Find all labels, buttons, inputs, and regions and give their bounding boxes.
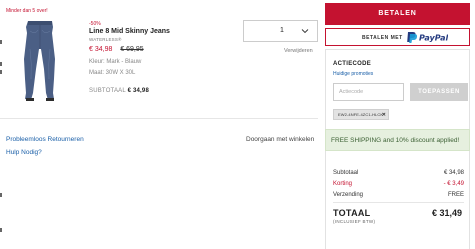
total-label: TOTAAL bbox=[333, 208, 371, 218]
item-subtotal-label: SUBTOTAAL bbox=[89, 88, 126, 94]
total-vat-note: (INCLUSIEF BTW) bbox=[333, 219, 376, 224]
paypal-button[interactable]: BETALEN MET PayPal bbox=[325, 28, 470, 46]
original-price: € 69,95 bbox=[120, 46, 144, 53]
promo-code-panel: ACTIECODE Huidige promoties TOEPASSEN EW… bbox=[325, 49, 470, 129]
summary-shipping-row: Verzending FREE bbox=[333, 192, 464, 198]
summary-subtotal-row: Subtotaal € 34,98 bbox=[333, 170, 464, 176]
stock-warning: Minder dan 5 over! bbox=[6, 8, 48, 14]
pay-button[interactable]: BETALEN bbox=[325, 3, 470, 25]
quantity-select[interactable]: 1 bbox=[243, 20, 318, 42]
edge-marker bbox=[0, 40, 2, 44]
item-subtotal: SUBTOTAAL € 34,98 bbox=[89, 88, 149, 94]
promo-title: ACTIECODE bbox=[333, 61, 372, 67]
quantity-value: 1 bbox=[280, 27, 284, 34]
continue-shopping-link[interactable]: Doorgaan met winkelen bbox=[246, 136, 314, 143]
summary-discount-row: Korting - € 3,49 bbox=[333, 181, 464, 187]
current-promotions-link[interactable]: Huidige promoties bbox=[333, 71, 373, 77]
edge-marker bbox=[0, 193, 2, 197]
jeans-icon bbox=[24, 21, 55, 101]
edge-marker bbox=[0, 70, 2, 74]
applied-code-chip: EW2-4NFE-4ZC1-HLCK ✕ bbox=[333, 109, 389, 120]
jeans-product-image[interactable] bbox=[8, 19, 70, 102]
edge-marker bbox=[0, 228, 2, 232]
promo-applied-banner: FREE SHIPPING and 10% discount applied! bbox=[325, 129, 470, 151]
item-subtotal-value: € 34,98 bbox=[127, 88, 149, 94]
discount-percentage: -50% bbox=[89, 21, 101, 27]
cart-divider bbox=[0, 118, 318, 119]
summary-shipping-label: Verzending bbox=[333, 192, 364, 198]
summary-divider bbox=[333, 202, 464, 203]
checkout-sidebar: BETALEN BETALEN MET PayPal ACTIECODE Hui… bbox=[325, 0, 475, 249]
product-subtitle: WATERLESS® bbox=[89, 37, 122, 42]
summary-subtotal-value: € 34,98 bbox=[443, 170, 464, 176]
paypal-logo-text: PayPal bbox=[419, 34, 448, 43]
remove-item-link[interactable]: Verwijderen bbox=[284, 48, 313, 54]
paypal-logo-icon: PayPal bbox=[407, 32, 448, 43]
paypal-button-label: BETALEN MET bbox=[362, 35, 403, 41]
sale-price: € 34,98 bbox=[89, 46, 113, 53]
applied-code-text: EW2-4NFE-4ZC1-HLCK bbox=[338, 112, 384, 117]
product-color: Kleur: Mark - Blauw bbox=[89, 59, 142, 65]
total-value: € 31,49 bbox=[431, 208, 462, 218]
help-link[interactable]: Hulp Nodig? bbox=[6, 149, 42, 156]
summary-discount-value: - € 3,49 bbox=[443, 181, 464, 187]
product-size: Maat: 30W X 30L bbox=[89, 70, 136, 76]
price-row: € 34,98 € 69,95 bbox=[89, 46, 144, 53]
summary-shipping-value: FREE bbox=[447, 192, 464, 198]
edge-marker bbox=[0, 62, 2, 66]
product-name[interactable]: Line 8 Mid Skinny Jeans bbox=[89, 28, 170, 35]
summary-discount-label: Korting bbox=[333, 181, 353, 187]
returns-link[interactable]: Probleemloos Retourneren bbox=[6, 136, 84, 143]
promo-code-input[interactable] bbox=[333, 83, 404, 101]
chevron-down-icon bbox=[301, 29, 309, 34]
left-edge-markers bbox=[0, 0, 3, 249]
close-icon[interactable]: ✕ bbox=[382, 110, 386, 120]
order-summary: Subtotaal € 34,98 Korting - € 3,49 Verze… bbox=[325, 151, 470, 249]
summary-subtotal-label: Subtotaal bbox=[333, 170, 359, 176]
apply-promo-button[interactable]: TOEPASSEN bbox=[410, 83, 468, 101]
